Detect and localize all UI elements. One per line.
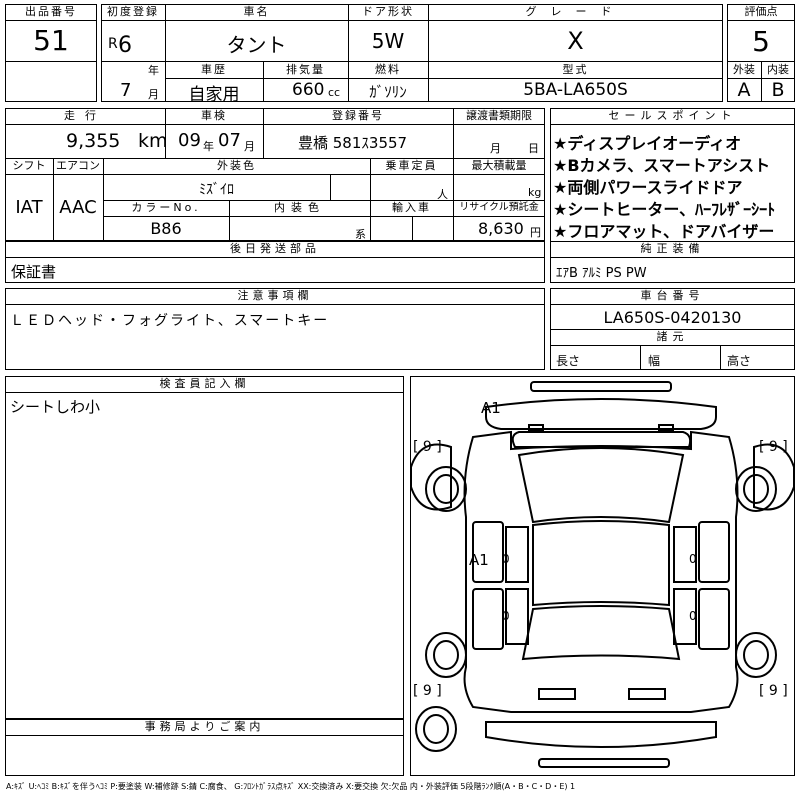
shift-label: シフト <box>12 159 46 172</box>
color-no-value: B86 <box>150 219 182 238</box>
displacement-value: 660 <box>292 80 325 100</box>
damage-mark-side: A1 <box>469 551 489 569</box>
exterior-color-value: ﾐｽﾞｲﾛ <box>199 182 234 198</box>
max-load-label: 最大積載量 <box>471 159 527 172</box>
first-reg-year-unit: 年 <box>148 64 159 77</box>
transfer-day-unit: 日 <box>528 142 539 155</box>
first-reg-month-unit: 月 <box>148 88 159 101</box>
genuine-equipment-value: ｴｱB ｱﾙﾐ PS PW <box>556 266 647 281</box>
office-label: 事務局よりご案内 <box>144 720 265 733</box>
grade-label: グレード <box>525 5 626 18</box>
model-value: 5BA-LA650S <box>523 80 628 100</box>
first-reg-year: 6 <box>118 33 132 58</box>
max-load-unit: kg <box>528 186 542 199</box>
width-label: 幅 <box>648 354 661 368</box>
specs-label: 諸元 <box>656 330 689 343</box>
inspection-label: 車検 <box>201 109 227 122</box>
history-label: 車歴 <box>201 63 227 76</box>
interior-color-unit: 系 <box>355 228 366 241</box>
door-value: 5W <box>371 29 405 53</box>
transfer-month-unit: 月 <box>490 142 501 155</box>
score-label: 評価点 <box>744 5 778 18</box>
mileage-value: 9,355 <box>66 130 121 152</box>
zero-mark: 0 <box>689 609 697 623</box>
aircon-value: AAC <box>59 197 97 218</box>
genuine-equipment-label: 純正装備 <box>640 242 705 255</box>
inspector-value: シートしわ小 <box>10 398 101 416</box>
shift-value: IAT <box>15 197 43 218</box>
length-label: 長さ <box>556 354 581 368</box>
legend: A:ｷｽﾞ U:ﾍｺﾐ B:ｷｽﾞを伴うﾍｺﾐ P:要塗装 W:補修跡 S:錆 … <box>6 782 576 791</box>
history-value: 自家用 <box>188 85 240 105</box>
aircon-label: エアコン <box>56 159 100 172</box>
import-label: 輸入車 <box>392 201 431 214</box>
recycle-value: 8,630 <box>478 219 524 238</box>
inspector-box <box>5 376 404 719</box>
displacement-label: 排気量 <box>286 63 325 76</box>
sales-points-label: セールスポイント <box>608 109 737 122</box>
tire-front-left: [ 9 ] <box>413 439 442 455</box>
lot-label: 出品番号 <box>25 5 77 18</box>
transfer-deadline-label: 譲渡書類期限 <box>466 109 532 122</box>
sales-point-item: ★両側パワースライドドア <box>553 178 743 197</box>
fuel-value: ｶﾞｿﾘﾝ <box>369 83 407 101</box>
model-label: 型式 <box>562 63 589 76</box>
recycle-unit: 円 <box>530 226 541 239</box>
sales-point-item: ★Bカメラ、スマートアシスト <box>553 156 771 175</box>
damage-mark-front: A1 <box>481 399 501 417</box>
registration-value: 豊橋 581ｽ3557 <box>298 134 408 152</box>
score-value: 5 <box>752 25 770 58</box>
height-label: 高さ <box>727 354 752 368</box>
tire-rear-left: [ 9 ] <box>413 683 442 699</box>
exterior-color-label: 外装色 <box>217 159 256 172</box>
recycle-label: リサイクル預託金 <box>459 202 539 213</box>
registration-label: 登録番号 <box>332 109 384 122</box>
exterior-score-label: 外装 <box>733 63 755 76</box>
inspector-label: 検査員記入欄 <box>159 377 250 390</box>
fuel-label: 燃料 <box>375 63 401 76</box>
capacity-unit: 人 <box>437 188 448 201</box>
car-diagram-svg <box>411 381 794 768</box>
chassis-label: 車台番号 <box>640 289 705 302</box>
inspection-month-unit: 月 <box>244 140 255 153</box>
car-name-label: 車名 <box>243 5 270 18</box>
inspection-month: 07 <box>218 130 241 151</box>
capacity-label: 乗車定員 <box>385 159 438 172</box>
chassis-value: LA650S-0420130 <box>603 308 742 327</box>
later-parts-label: 後日発送部品 <box>230 242 320 255</box>
zero-mark: 0 <box>689 552 697 566</box>
notes-value: ＬＥＤヘッド・フォグライト、スマートキー <box>10 313 330 329</box>
interior-score: B <box>771 79 785 101</box>
color-no-label: カラーNo. <box>131 201 201 214</box>
mileage-unit: km <box>138 130 168 152</box>
lot-number: 51 <box>33 24 69 57</box>
sales-point-item: ★ディスプレイオーディオ <box>553 134 742 153</box>
notes-label: 注意事項欄 <box>237 289 313 302</box>
zero-mark: 0 <box>502 552 510 566</box>
interior-score-label: 内装 <box>767 63 789 76</box>
tire-rear-right: [ 9 ] <box>759 683 788 699</box>
first-reg-month: 7 <box>120 80 132 101</box>
car-name: タント <box>226 33 287 57</box>
sales-point-item: ★フロアマット、ドアバイザー <box>553 222 775 241</box>
tire-front-right: [ 9 ] <box>759 439 788 455</box>
zero-mark: 0 <box>502 609 510 623</box>
car-diagram: A1 A1 0 0 0 0 [ 9 ] [ 9 ] [ 9 ] [ 9 ] <box>410 376 795 776</box>
sales-point-item: ★シートヒーター、ﾊｰﾌﾚｻﾞｰｼｰﾄ <box>553 200 776 219</box>
mileage-label: 走行 <box>64 109 106 122</box>
interior-color-label: 内装色 <box>274 201 325 214</box>
grade-value: X <box>567 27 584 55</box>
first-reg-label: 初度登録 <box>107 5 159 18</box>
first-reg-era: R <box>108 36 118 52</box>
later-parts-value: 保証書 <box>11 263 57 281</box>
inspection-year-unit: 年 <box>203 140 214 153</box>
exterior-score: A <box>737 79 751 101</box>
displacement-unit: cc <box>328 86 341 99</box>
door-label: ドア形状 <box>362 5 414 18</box>
inspection-year: 09 <box>178 130 201 151</box>
